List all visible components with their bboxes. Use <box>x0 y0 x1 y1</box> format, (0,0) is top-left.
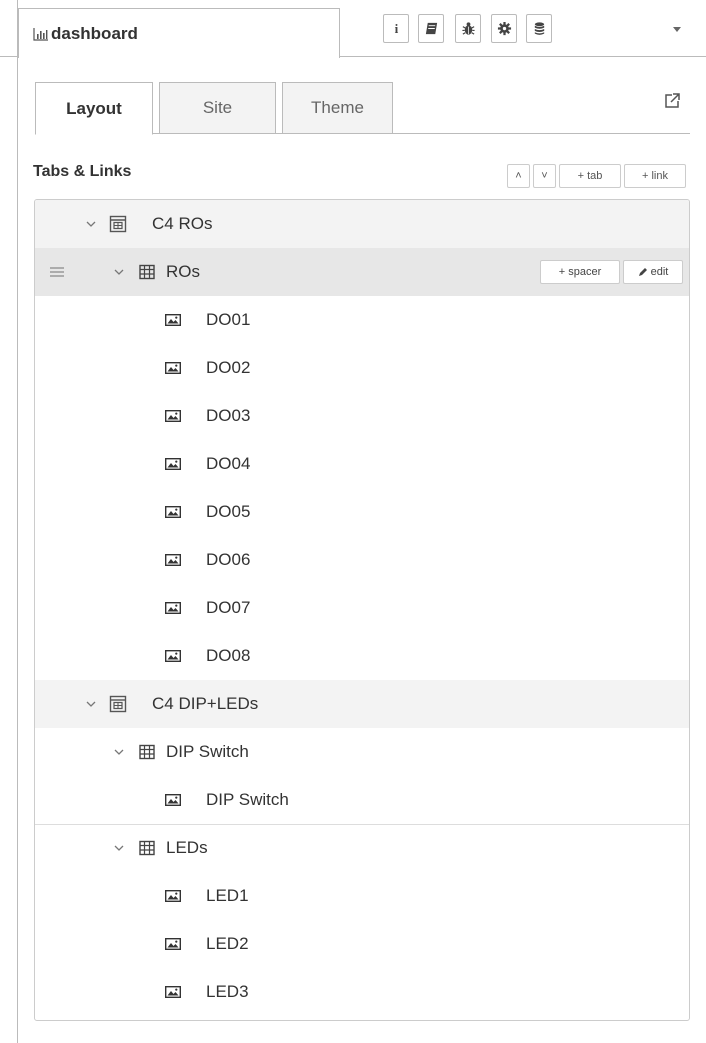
chevron-down-icon[interactable] <box>113 746 125 758</box>
add-tab-button[interactable]: + tab <box>559 164 621 188</box>
drag-handle-icon[interactable] <box>49 266 65 278</box>
tree-widget-row[interactable]: DIP Switch <box>35 776 689 824</box>
tree-group-label: ROs <box>166 262 200 281</box>
tree-widget-label: LED1 <box>206 886 249 905</box>
tree-widget-label: DO05 <box>206 502 251 521</box>
image-widget-icon <box>165 410 181 422</box>
tree-tab-row[interactable]: C4 ROs <box>35 200 689 248</box>
tree-widget-label: DO08 <box>206 646 251 665</box>
book-icon <box>425 22 437 35</box>
image-widget-icon <box>165 602 181 614</box>
tree-tab-row[interactable]: C4 DIP+LEDs <box>35 680 689 728</box>
sidebar-left-border <box>17 0 18 1043</box>
tree-widget-row[interactable]: DO01 <box>35 296 689 344</box>
edit-group-button[interactable]: edit <box>623 260 683 284</box>
image-widget-icon <box>165 794 181 806</box>
database-icon <box>534 22 544 35</box>
info-icon: i <box>394 21 398 36</box>
tree-widget-row[interactable]: DO03 <box>35 392 689 440</box>
image-widget-icon <box>165 650 181 662</box>
tree-group-row[interactable]: ROs + spacer edit <box>35 248 689 296</box>
tab-icon <box>109 215 127 233</box>
tab-layout[interactable]: Layout <box>35 82 153 135</box>
edit-group-label: edit <box>650 266 669 278</box>
add-spacer-button[interactable]: + spacer <box>540 260 620 284</box>
tree-widget-label: DO04 <box>206 454 251 473</box>
tree-widget-row[interactable]: LED2 <box>35 920 689 968</box>
tree-widget-label: LED3 <box>206 982 249 1001</box>
tree-widget-label: DO02 <box>206 358 251 377</box>
tree-widget-row[interactable]: DO05 <box>35 488 689 536</box>
image-widget-icon <box>165 554 181 566</box>
chevron-down-icon[interactable] <box>85 218 97 230</box>
tree-widget-label: DO06 <box>206 550 251 569</box>
tree-widget-row[interactable]: DO02 <box>35 344 689 392</box>
image-widget-icon <box>165 986 181 998</box>
tree-widget-row[interactable]: DO08 <box>35 632 689 680</box>
chevron-down-icon[interactable] <box>113 266 125 278</box>
tree-widget-label: DO01 <box>206 310 251 329</box>
expand-all-button[interactable]: ˅ <box>533 164 556 188</box>
tabs-links-heading: Tabs & Links <box>33 163 132 180</box>
info-button[interactable]: i <box>383 14 409 43</box>
bar-chart-icon <box>33 28 48 41</box>
tree-group-row[interactable]: DIP Switch <box>35 728 689 776</box>
group-icon <box>139 744 155 760</box>
tree-widget-label: LED2 <box>206 934 249 953</box>
chevron-down-icon[interactable] <box>85 698 97 710</box>
tree-widget-row[interactable]: DO06 <box>35 536 689 584</box>
tree-widget-row[interactable]: LED1 <box>35 872 689 920</box>
help-book-button[interactable] <box>418 14 444 43</box>
tab-dashboard-label: dashboard <box>51 24 138 43</box>
tab-theme[interactable]: Theme <box>282 82 393 134</box>
tree-group-label: DIP Switch <box>166 742 249 761</box>
gear-icon <box>497 21 511 36</box>
tabs-links-tree: C4 ROs ROs + spacer edit DO01 DO02 DO03 DO04 DO0… <box>34 199 690 1021</box>
image-widget-icon <box>165 938 181 950</box>
tree-tab-label: C4 DIP+LEDs <box>152 694 259 713</box>
tree-widget-label: DO03 <box>206 406 251 425</box>
image-widget-icon <box>165 362 181 374</box>
tree-widget-label: DO07 <box>206 598 251 617</box>
tree-group-row[interactable]: LEDs <box>35 824 689 872</box>
image-widget-icon <box>165 890 181 902</box>
tab-dashboard[interactable]: dashboard <box>18 8 340 58</box>
tab-site[interactable]: Site <box>159 82 276 134</box>
chevron-down-icon[interactable] <box>113 842 125 854</box>
caret-down-icon[interactable] <box>670 22 684 36</box>
pencil-icon <box>638 268 647 276</box>
image-widget-icon <box>165 506 181 518</box>
tree-group-label: LEDs <box>166 838 208 857</box>
tree-widget-row[interactable]: DO04 <box>35 440 689 488</box>
dashboard-subtabs: Layout Site Theme <box>35 82 690 135</box>
svg-text:i: i <box>394 21 398 36</box>
debug-button[interactable] <box>455 14 481 43</box>
tree-widget-row[interactable]: DO07 <box>35 584 689 632</box>
tree-widget-row[interactable]: LED3 <box>35 968 689 1016</box>
open-dashboard-icon[interactable] <box>663 92 681 110</box>
tree-widget-label: DIP Switch <box>206 790 289 809</box>
group-icon <box>139 264 155 280</box>
config-button[interactable] <box>491 14 517 43</box>
image-widget-icon <box>165 458 181 470</box>
group-icon <box>139 840 155 856</box>
tab-icon <box>109 695 127 713</box>
add-link-button[interactable]: + link <box>624 164 686 188</box>
image-widget-icon <box>165 314 181 326</box>
collapse-all-button[interactable]: ˄ <box>507 164 530 188</box>
tree-tab-label: C4 ROs <box>152 214 213 233</box>
bug-icon <box>461 22 475 35</box>
context-data-button[interactable] <box>526 14 552 43</box>
